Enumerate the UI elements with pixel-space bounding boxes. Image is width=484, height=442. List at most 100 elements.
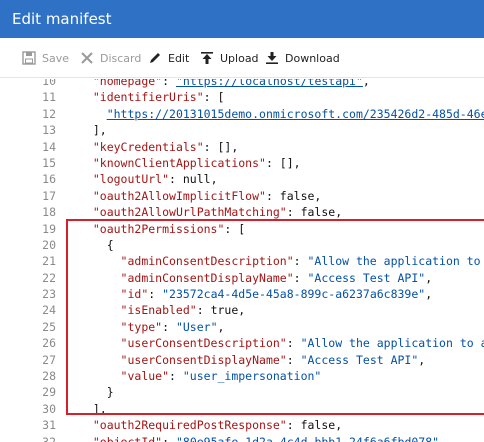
code-line[interactable]: 11 "identifierUris": [: [0, 89, 484, 105]
pencil-icon: [148, 51, 162, 65]
code-token: "oauth2AllowUrlPathMatching": [92, 205, 287, 220]
code-token: ,: [425, 270, 433, 285]
line-number: 28: [42, 369, 56, 384]
code-token: :: [162, 79, 176, 88]
line-number: 31: [42, 418, 56, 433]
code-line[interactable]: 14 "keyCredentials": [],: [0, 139, 484, 155]
discard-label: Discard: [100, 51, 142, 65]
discard-x-icon: [80, 51, 94, 65]
line-code: "logoutUrl": null,: [79, 171, 218, 187]
code-token: :: [293, 254, 308, 269]
code-line[interactable]: 16 "logoutUrl": null,: [0, 171, 484, 187]
code-line[interactable]: 17 "oauth2AllowImplicitFlow": false,: [0, 188, 484, 204]
save-button[interactable]: Save: [22, 38, 69, 78]
code-line[interactable]: 15 "knownClientApplications": [],: [0, 155, 484, 171]
line-number: 13: [42, 123, 56, 138]
code-token: "https://localhost/testapi": [175, 79, 363, 88]
code-token: : true,: [196, 303, 246, 318]
code-line[interactable]: 30 ],: [0, 401, 484, 417]
line-code: ],: [79, 122, 107, 138]
line-number: 12: [42, 106, 56, 121]
code-line[interactable]: 10 "homepage": "https://localhost/testap…: [0, 79, 484, 89]
line-code: "adminConsentDescription": "Allow the ap…: [79, 253, 484, 269]
code-lines: 10 "homepage": "https://localhost/testap…: [0, 79, 484, 442]
manifest-code-editor[interactable]: 10 "homepage": "https://localhost/testap…: [0, 79, 484, 442]
line-number: 32: [42, 434, 56, 442]
upload-button[interactable]: Upload: [200, 38, 259, 78]
code-token: :: [169, 369, 183, 384]
line-number: 30: [42, 401, 56, 416]
code-line[interactable]: 13 ],: [0, 122, 484, 138]
line-code: "userConsentDescription": "Allow the app…: [79, 335, 484, 351]
code-line[interactable]: 22 "adminConsentDisplayName": "Access Te…: [0, 270, 484, 286]
code-token: "oauth2AllowImplicitFlow": [92, 188, 266, 203]
code-token: "https://20131015demo.onmicrosoft.com/23…: [106, 106, 484, 121]
code-line[interactable]: 26 "userConsentDescription": "Allow the …: [0, 335, 484, 351]
code-line[interactable]: 12 "https://20131015demo.onmicrosoft.com…: [0, 106, 484, 122]
code-token: "Allow the application to access: [300, 336, 484, 351]
code-token: "Allow the application to access: [307, 254, 481, 269]
line-number: 25: [42, 319, 56, 334]
code-line[interactable]: 28 "value": "user_impersonation": [0, 368, 484, 384]
code-line[interactable]: 27 "userConsentDisplayName": "Access Tes…: [0, 352, 484, 368]
line-code: "identifierUris": [: [79, 89, 225, 105]
line-code: "isEnabled": true,: [79, 302, 246, 318]
save-icon: [22, 51, 36, 65]
code-token: : [],: [265, 155, 301, 170]
code-line[interactable]: 24 "isEnabled": true,: [0, 302, 484, 318]
download-button[interactable]: Download: [265, 38, 340, 78]
code-line[interactable]: 29 }: [0, 384, 484, 400]
upload-label: Upload: [220, 51, 259, 65]
code-token: "adminConsentDisplayName": [120, 270, 294, 285]
download-arrow-icon: [265, 51, 279, 65]
line-number: 14: [42, 139, 56, 154]
code-line[interactable]: 31 "oauth2RequiredPostResponse": false,: [0, 417, 484, 433]
code-token: "value": [120, 369, 170, 384]
line-code: "type": "User",: [79, 319, 225, 335]
code-token: ],: [79, 401, 107, 416]
line-number: 15: [42, 155, 56, 170]
code-line[interactable]: 23 "id": "23572ca4-4d5e-45a8-899c-a6237a…: [0, 286, 484, 302]
line-number: 18: [42, 205, 56, 220]
line-number: 27: [42, 352, 56, 367]
code-line[interactable]: 32 "objectId": "80e95afe-1d2a-4c4d-bbb1-…: [0, 434, 484, 442]
discard-button[interactable]: Discard: [80, 38, 141, 78]
code-token: "oauth2RequiredPostResponse": [92, 418, 287, 433]
line-number: 21: [42, 254, 56, 269]
code-line[interactable]: 21 "adminConsentDescription": "Allow the…: [0, 253, 484, 269]
code-line[interactable]: 19 "oauth2Permissions": [: [0, 221, 484, 237]
code-token: :: [286, 336, 301, 351]
code-token: "adminConsentDescription": [120, 254, 294, 269]
edit-button[interactable]: Edit: [148, 38, 189, 78]
code-token: "userConsentDisplayName": [120, 352, 287, 367]
line-number: 20: [42, 237, 56, 252]
code-token: ,: [425, 287, 433, 302]
code-line[interactable]: 20 {: [0, 237, 484, 253]
code-token: :: [286, 352, 301, 367]
code-token: : false,: [265, 188, 322, 203]
code-line[interactable]: 25 "type": "User",: [0, 319, 484, 335]
line-code: "oauth2AllowImplicitFlow": false,: [79, 188, 321, 204]
line-code: "knownClientApplications": [],: [79, 155, 301, 171]
line-code: "id": "23572ca4-4d5e-45a8-899c-a6237a6c8…: [79, 286, 433, 302]
edit-label: Edit: [168, 51, 190, 65]
code-token: "id": [120, 287, 149, 302]
code-token: }: [79, 385, 114, 400]
code-token: "Access Test API": [307, 270, 426, 285]
code-line[interactable]: 18 "oauth2AllowUrlPathMatching": false,: [0, 204, 484, 220]
code-token: ,: [362, 79, 370, 88]
